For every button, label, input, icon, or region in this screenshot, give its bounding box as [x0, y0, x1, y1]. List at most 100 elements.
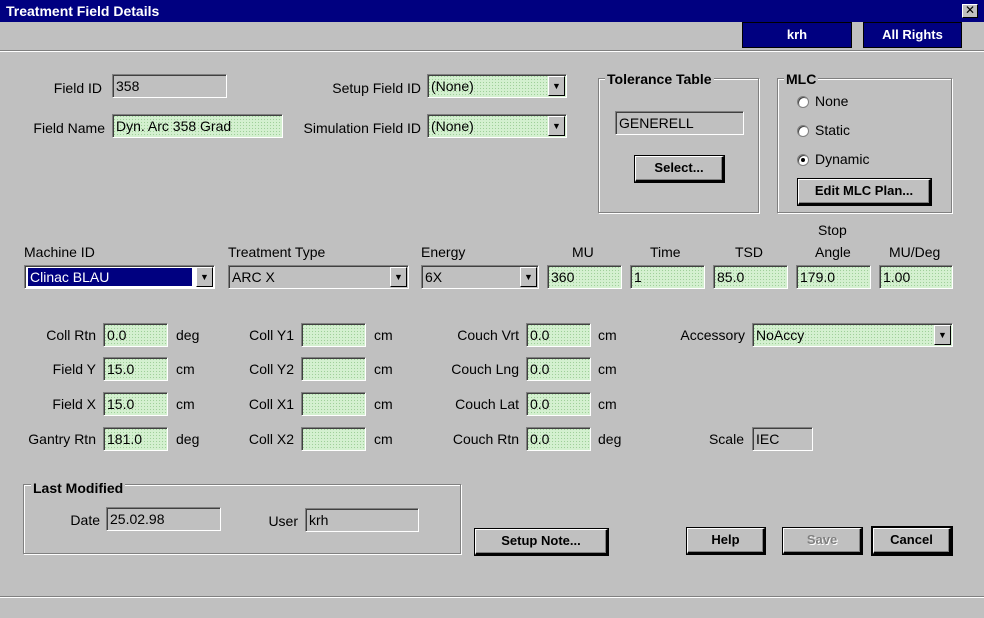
setup-field-id-value: (None): [431, 78, 474, 94]
setup-field-id-label: Setup Field ID: [332, 80, 421, 96]
accessory-label: Accessory: [680, 327, 745, 343]
field-id-field: 358: [112, 74, 227, 98]
mu-deg-label: MU/Deg: [889, 244, 941, 260]
accessory-select[interactable]: NoAccy ▼: [752, 323, 953, 347]
stop-angle-label-line1: Stop: [818, 222, 847, 238]
window-title: Treatment Field Details: [6, 3, 160, 19]
field-name-label: Field Name: [33, 120, 105, 136]
last-modified-title: Last Modified: [31, 480, 126, 496]
user-field: krh: [305, 508, 419, 532]
coll-rtn-label: Coll Rtn: [46, 327, 96, 343]
machine-id-select[interactable]: Clinac BLAU ▼: [24, 265, 215, 289]
user-label: User: [268, 513, 298, 529]
tolerance-select-button[interactable]: Select...: [634, 155, 725, 183]
simulation-field-id-label: Simulation Field ID: [303, 120, 422, 136]
mlc-static-label: Static: [815, 122, 851, 138]
couch-lng-unit: cm: [598, 361, 617, 377]
date-field: 25.02.98: [106, 507, 221, 531]
rights-badge[interactable]: All Rights: [863, 22, 962, 48]
tsd-input[interactable]: 85.0: [713, 265, 788, 289]
coll-x1-input[interactable]: [301, 392, 366, 416]
chevron-down-icon[interactable]: ▼: [196, 267, 213, 287]
couch-vrt-unit: cm: [598, 327, 617, 343]
coll-rtn-unit: deg: [176, 327, 200, 343]
user-badge[interactable]: krh: [742, 22, 852, 48]
status-bar: [0, 598, 984, 618]
coll-x2-input[interactable]: [301, 427, 366, 451]
mlc-none-label: None: [815, 93, 849, 109]
accessory-value: NoAccy: [756, 327, 805, 343]
machine-id-value: Clinac BLAU: [27, 267, 193, 287]
couch-rtn-unit: deg: [598, 431, 622, 447]
mlc-dynamic-radio[interactable]: [797, 154, 809, 166]
coll-y2-label: Coll Y2: [249, 361, 294, 377]
coll-rtn-input[interactable]: 0.0: [103, 323, 168, 347]
field-name-input[interactable]: Dyn. Arc 358 Grad: [112, 114, 283, 138]
setup-field-id-select[interactable]: (None) ▼: [427, 74, 567, 98]
mu-label: MU: [572, 244, 594, 260]
help-button[interactable]: Help: [686, 527, 766, 555]
couch-lat-unit: cm: [598, 396, 617, 412]
coll-y1-input[interactable]: [301, 323, 366, 347]
date-label: Date: [70, 512, 100, 528]
mlc-none-radio[interactable]: [797, 96, 809, 108]
scale-label: Scale: [708, 431, 744, 447]
header-divider-light: [0, 51, 984, 52]
coll-x2-unit: cm: [374, 431, 393, 447]
chevron-down-icon[interactable]: ▼: [548, 116, 565, 136]
treatment-type-value: ARC X: [232, 269, 275, 285]
mu-input[interactable]: 360: [547, 265, 622, 289]
chevron-down-icon[interactable]: ▼: [520, 267, 537, 287]
coll-y1-label: Coll Y1: [249, 327, 294, 343]
energy-value: 6X: [425, 269, 443, 285]
save-button[interactable]: Save: [782, 527, 863, 555]
mlc-static-radio[interactable]: [797, 125, 809, 137]
machine-id-label: Machine ID: [24, 244, 95, 260]
field-id-label: Field ID: [53, 80, 102, 96]
couch-lng-label: Couch Lng: [451, 361, 519, 377]
gantry-rtn-input[interactable]: 181.0: [103, 427, 168, 451]
stop-angle-input[interactable]: 179.0: [796, 265, 871, 289]
simulation-field-id-select[interactable]: (None) ▼: [427, 114, 567, 138]
tsd-label: TSD: [735, 244, 763, 260]
coll-y2-input[interactable]: [301, 357, 366, 381]
mlc-dynamic-label: Dynamic: [815, 151, 870, 167]
couch-lat-label: Couch Lat: [455, 396, 519, 412]
coll-x1-label: Coll X1: [248, 396, 294, 412]
couch-rtn-input[interactable]: 0.0: [526, 427, 591, 451]
chevron-down-icon[interactable]: ▼: [548, 76, 565, 96]
title-bar: Treatment Field Details: [0, 0, 984, 22]
edit-mlc-plan-button[interactable]: Edit MLC Plan...: [797, 178, 932, 206]
mlc-title: MLC: [784, 71, 819, 87]
couch-lng-input[interactable]: 0.0: [526, 357, 591, 381]
tolerance-table-group: [598, 78, 759, 213]
setup-note-button[interactable]: Setup Note...: [474, 528, 609, 556]
field-x-unit: cm: [176, 396, 195, 412]
field-y-input[interactable]: 15.0: [103, 357, 168, 381]
coll-y1-unit: cm: [374, 327, 393, 343]
stop-angle-label-line2: Angle: [815, 244, 851, 260]
energy-label: Energy: [421, 244, 466, 260]
simulation-field-id-value: (None): [431, 118, 474, 134]
treatment-type-label: Treatment Type: [228, 244, 326, 260]
gantry-rtn-unit: deg: [176, 431, 200, 447]
couch-vrt-label: Couch Vrt: [457, 327, 519, 343]
chevron-down-icon[interactable]: ▼: [390, 267, 407, 287]
cancel-button[interactable]: Cancel: [871, 526, 953, 556]
field-x-label: Field X: [52, 396, 96, 412]
time-label: Time: [650, 244, 681, 260]
couch-lat-input[interactable]: 0.0: [526, 392, 591, 416]
scale-field: IEC: [752, 427, 813, 451]
field-x-input[interactable]: 15.0: [103, 392, 168, 416]
tolerance-table-field: GENERELL: [615, 111, 744, 135]
couch-vrt-input[interactable]: 0.0: [526, 323, 591, 347]
close-icon: ✕: [964, 3, 976, 17]
tolerance-table-title: Tolerance Table: [605, 71, 714, 87]
mu-deg-input[interactable]: 1.00: [879, 265, 953, 289]
field-y-unit: cm: [176, 361, 195, 377]
close-button[interactable]: ✕: [962, 4, 978, 18]
energy-select[interactable]: 6X ▼: [421, 265, 539, 289]
time-input[interactable]: 1: [630, 265, 705, 289]
treatment-type-select[interactable]: ARC X ▼: [228, 265, 409, 289]
chevron-down-icon[interactable]: ▼: [934, 325, 951, 345]
